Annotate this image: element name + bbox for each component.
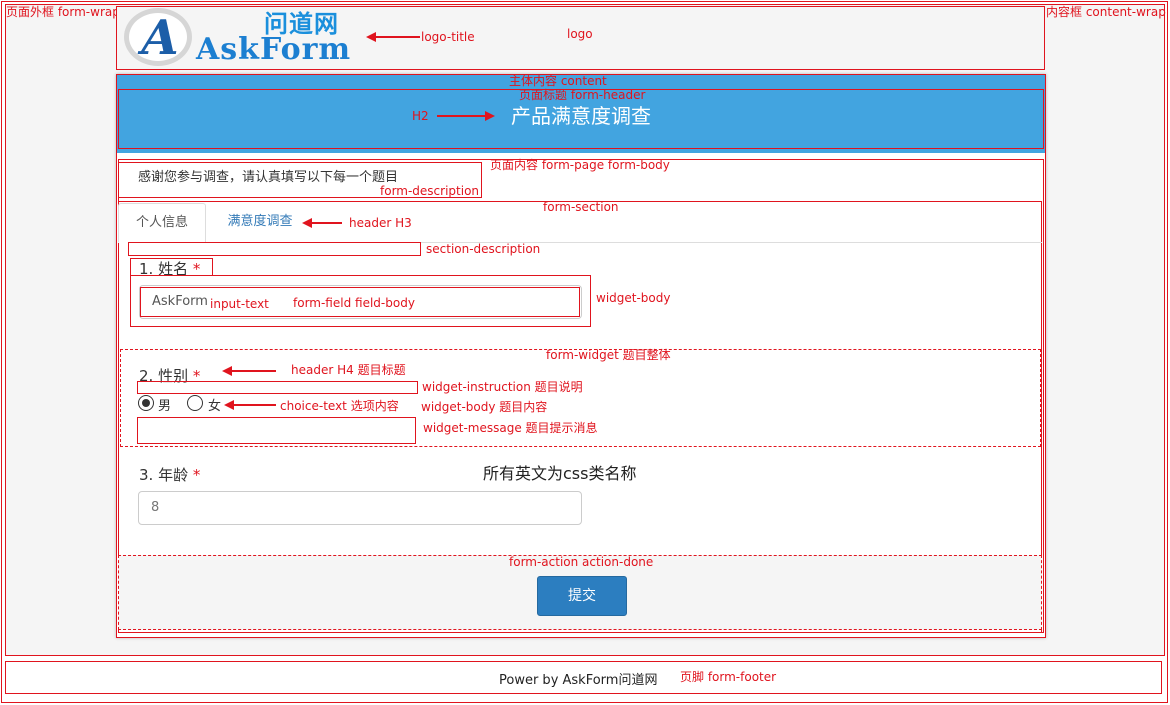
annotation-form-section: form-section (543, 200, 619, 214)
widget-instruction-box (137, 381, 418, 394)
annotation-form-wrap: 页面外框 form-wrap (6, 5, 120, 19)
page-title: 产品满意度调查 (511, 104, 651, 128)
annotation-form-widget: form-widget 题目整体 (546, 348, 671, 362)
form-description: 感谢您参与调查，请认真填写以下每一个题目 (138, 170, 399, 185)
header-box (130, 258, 213, 276)
arrow-logo-line (374, 36, 420, 38)
annotation-content-wrap: 内容框 content-wrap (1046, 5, 1166, 19)
annotation-choice-text: choice-text 选项内容 (280, 399, 399, 413)
arrow-h2-line (437, 115, 487, 117)
choice-male-label[interactable]: 男 (158, 395, 171, 414)
question-3-title: 3. 年龄 * (139, 464, 200, 485)
center-note: 所有英文为css类名称 (483, 464, 637, 483)
arrow-h2-icon (485, 111, 495, 121)
logo-icon: A (141, 10, 179, 66)
arrow-h4-line (230, 370, 276, 372)
annotation-h2: H2 (412, 109, 429, 123)
tab-satisfaction-survey[interactable]: 满意度调查 (212, 203, 308, 243)
arrow-choice-line (232, 404, 276, 406)
annotation-content: 主体内容 content (509, 74, 607, 88)
annotation-widget-message: widget-message 题目提示消息 (423, 421, 598, 435)
footer-text: Power by AskForm问道网 (499, 673, 658, 688)
widget-message-box (137, 417, 416, 444)
annotation-form-body: 页面内容 form-page form-body (490, 158, 670, 172)
annotation-form-description: form-description (380, 184, 480, 198)
tab-personal-info[interactable]: 个人信息 (118, 203, 206, 243)
annotation-widget-body: widget-body 题目内容 (421, 400, 548, 414)
annotation-logo: logo (567, 27, 593, 41)
radio-male[interactable] (138, 395, 154, 411)
annotation-widget-body-top: widget-body (596, 291, 671, 305)
section-description (128, 242, 421, 256)
arrow-h3-line (310, 222, 342, 224)
age-input[interactable]: 8 (138, 491, 582, 525)
submit-button[interactable]: 提交 (537, 576, 627, 616)
annotation-widget-instruction: widget-instruction 题目说明 (422, 380, 583, 394)
annotation-form-footer: 页脚 form-footer (680, 670, 777, 684)
required-mark: * (192, 466, 201, 484)
age-input-value: 8 (151, 500, 160, 515)
logo-title-en: AskForm (196, 32, 352, 67)
annotation-form-field: form-field field-body (293, 296, 415, 310)
annotation-section-description: section-description (426, 242, 541, 256)
annotation-input-text: input-text (210, 297, 269, 311)
annotation-logo-title: logo-title (421, 30, 475, 44)
question-3-title-text: 3. 年龄 (139, 466, 189, 484)
annotation-header-h3: header H3 (349, 216, 412, 230)
choice-female-label[interactable]: 女 (208, 395, 221, 414)
radio-female[interactable] (187, 395, 203, 411)
radio-male-dot (141, 398, 150, 407)
annotation-header-h4: header H4 题目标题 (291, 363, 406, 377)
annotation-form-action: form-action action-done (509, 555, 654, 569)
